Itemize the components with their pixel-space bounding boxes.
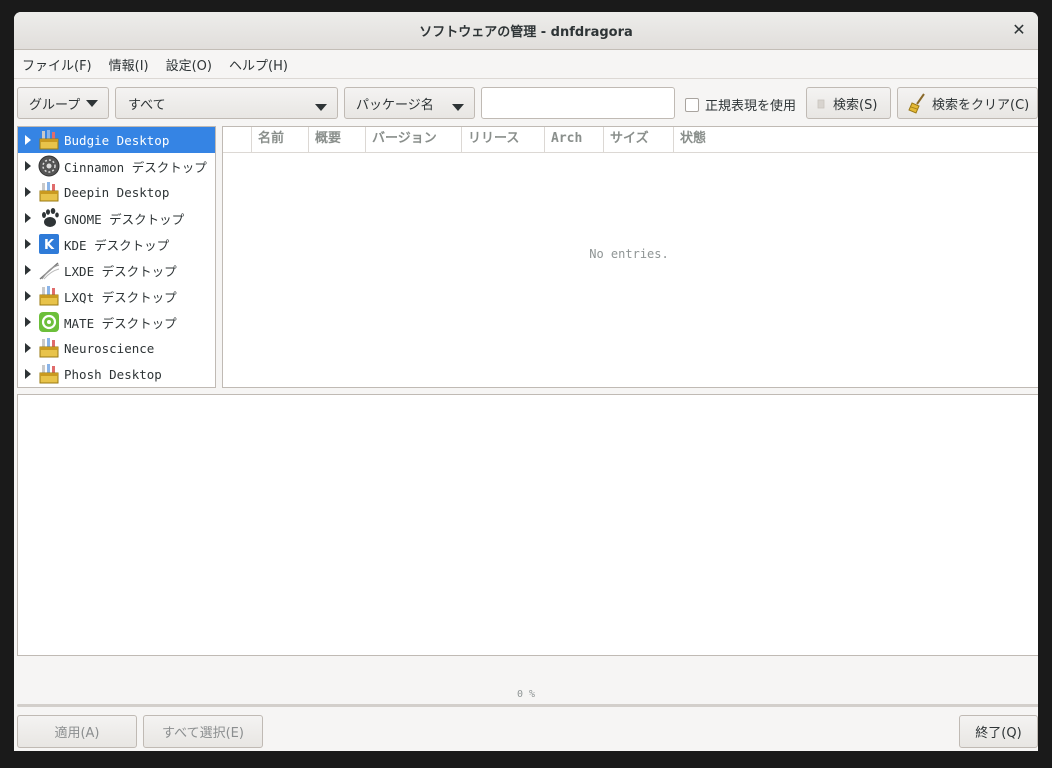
group-item-gnome[interactable]: GNOME デスクトップ (18, 205, 215, 231)
search-button-label: 検索(S) (833, 97, 878, 113)
column-header-name[interactable]: 名前 (252, 127, 309, 152)
menu-file[interactable]: ファイル(F) (14, 55, 100, 74)
menu-bar: ファイル(F) 情報(I) 設定(O) ヘルプ(H) (14, 50, 1038, 79)
clear-search-label: 検索をクリア(C) (932, 97, 1030, 113)
view-combo-label: グループ (29, 97, 81, 113)
toolbox-icon (38, 285, 60, 307)
menu-help[interactable]: ヘルプ(H) (221, 55, 296, 74)
group-label: KDE デスクトップ (64, 237, 170, 253)
progress-bar (17, 704, 1038, 707)
mate-icon (38, 311, 60, 333)
column-header-arch[interactable]: Arch (545, 127, 604, 152)
group-label: GNOME デスクトップ (64, 211, 185, 227)
group-label: LXQt デスクトップ (64, 289, 177, 305)
quit-button-label: 終了(Q) (975, 726, 1022, 741)
regex-checkbox[interactable] (685, 97, 699, 112)
group-item-mate[interactable]: MATE デスクトップ (18, 309, 215, 335)
app-window: ソフトウェアの管理 - dnfdragora ✕ ファイル(F) 情報(I) 設… (14, 12, 1038, 751)
kde-icon: K (38, 233, 60, 255)
group-item-budgie[interactable]: Budgie Desktop (18, 127, 215, 153)
apply-button[interactable]: 適用(A) (17, 715, 137, 748)
group-item-neuroscience[interactable]: Neuroscience (18, 335, 215, 361)
group-item-cinnamon[interactable]: Cinnamon デスクトップ (18, 153, 215, 179)
expander-arrow-icon[interactable] (25, 187, 31, 197)
group-item-lxde[interactable]: LXDE デスクトップ (18, 257, 215, 283)
empty-message: No entries. (589, 247, 669, 261)
menu-info[interactable]: 情報(I) (101, 55, 157, 74)
column-header-version[interactable]: バージョン (366, 127, 462, 152)
lxde-icon (38, 259, 60, 281)
close-icon[interactable]: ✕ (1010, 21, 1028, 39)
column-header-status[interactable]: 状態 (674, 127, 1038, 152)
expander-arrow-icon[interactable] (25, 317, 31, 327)
toolbox-icon (38, 363, 60, 385)
group-label: Phosh Desktop (64, 366, 162, 382)
column-header-checkbox[interactable] (223, 127, 252, 152)
view-combo[interactable]: グループ (17, 87, 109, 119)
group-label: Budgie Desktop (64, 132, 170, 148)
column-header-release[interactable]: リリース (462, 127, 545, 152)
column-header-summary[interactable]: 概要 (309, 127, 366, 152)
column-header-size[interactable]: サイズ (604, 127, 674, 152)
expander-arrow-icon[interactable] (25, 265, 31, 275)
package-description-pane[interactable] (17, 394, 1038, 656)
regex-label: 正規表現を使用 (705, 99, 797, 114)
expander-arrow-icon[interactable] (25, 161, 31, 171)
toolbox-icon (38, 181, 60, 203)
group-item-kde[interactable]: K KDE デスクトップ (18, 231, 215, 257)
clear-search-button[interactable]: 検索をクリア(C) (897, 87, 1038, 119)
title-bar: ソフトウェアの管理 - dnfdragora ✕ (14, 12, 1038, 50)
group-label: Cinnamon デスクトップ (64, 159, 207, 175)
expander-arrow-icon[interactable] (25, 343, 31, 353)
field-combo-label: パッケージ名 (356, 97, 434, 113)
group-label: LXDE デスクトップ (64, 263, 177, 279)
quit-button[interactable]: 終了(Q) (959, 715, 1038, 748)
group-label: Neuroscience (64, 340, 155, 356)
select-all-button-label: すべて選択(E) (162, 726, 244, 741)
group-item-phosh[interactable]: Phosh Desktop (18, 361, 215, 387)
apply-button-label: 適用(A) (54, 726, 100, 741)
toolbox-icon (38, 129, 60, 151)
expander-arrow-icon[interactable] (25, 135, 31, 145)
group-label: MATE デスクトップ (64, 315, 177, 331)
group-label: Deepin Desktop (64, 184, 170, 200)
chevron-down-icon (315, 100, 327, 115)
regex-option[interactable]: 正規表現を使用 (685, 95, 796, 114)
group-item-lxqt[interactable]: LXQt デスクトップ (18, 283, 215, 309)
package-table: 名前 概要 バージョン リリース Arch サイズ 状態 No entries. (222, 126, 1038, 388)
group-tree: Budgie Desktop Cinnamon デスクトップ Deepin De… (17, 126, 216, 388)
search-button[interactable]: 検索(S) (806, 87, 891, 119)
menu-settings[interactable]: 設定(O) (158, 55, 220, 74)
search-input[interactable] (481, 87, 675, 119)
cinnamon-icon (38, 155, 60, 177)
filter-combo-label: すべて (128, 97, 166, 113)
select-all-button[interactable]: すべて選択(E) (143, 715, 263, 748)
broom-icon (908, 92, 928, 114)
expander-arrow-icon[interactable] (25, 213, 31, 223)
expander-arrow-icon[interactable] (25, 291, 31, 301)
package-table-header: 名前 概要 バージョン リリース Arch サイズ 状態 (223, 127, 1038, 153)
gnome-foot-icon (38, 207, 60, 229)
chevron-down-icon (452, 100, 464, 115)
window-title: ソフトウェアの管理 - dnfdragora (419, 25, 633, 40)
expander-arrow-icon[interactable] (25, 369, 31, 379)
group-item-deepin[interactable]: Deepin Desktop (18, 179, 215, 205)
search-icon (817, 97, 827, 109)
svg-text:K: K (44, 238, 55, 253)
toolbox-icon (38, 337, 60, 359)
chevron-down-icon (86, 96, 99, 111)
field-combo[interactable]: パッケージ名 (344, 87, 475, 119)
progress-label: 0 % (516, 689, 536, 700)
filter-combo[interactable]: すべて (115, 87, 338, 119)
toolbar: グループ すべて パッケージ名 正規表現を使用 検索(S) 検索をクリア(C) (14, 85, 1038, 121)
expander-arrow-icon[interactable] (25, 239, 31, 249)
